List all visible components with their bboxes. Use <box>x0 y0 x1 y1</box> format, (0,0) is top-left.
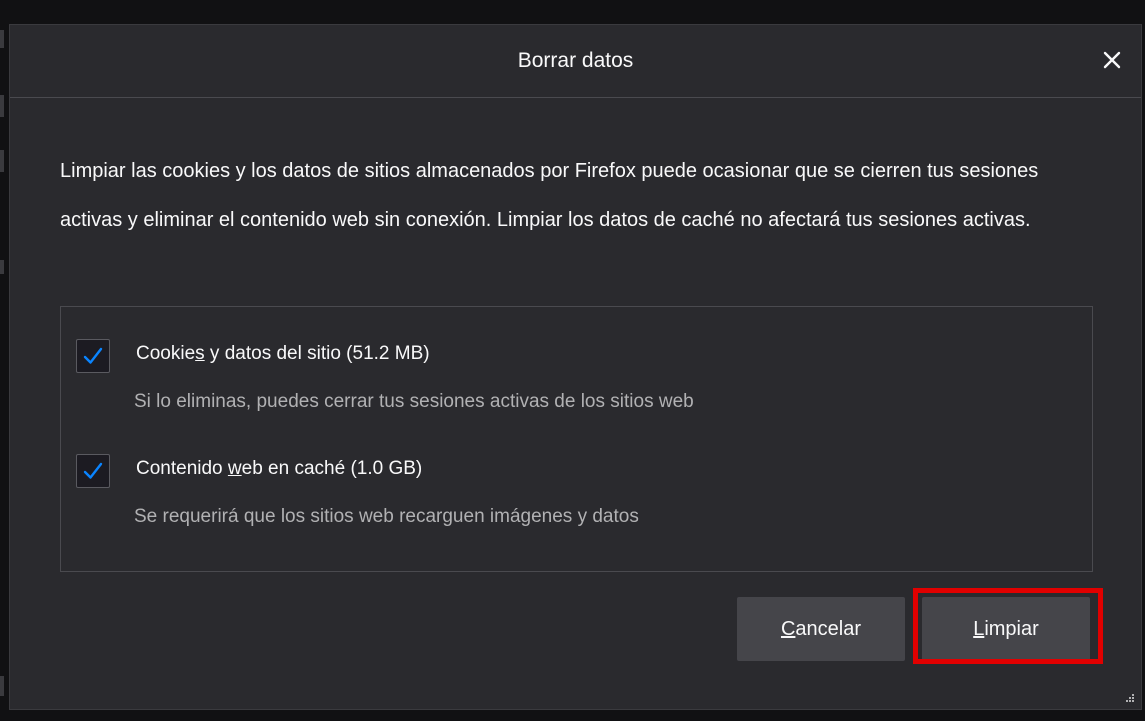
cookies-checkbox[interactable] <box>76 339 110 373</box>
dialog-titlebar: Borrar datos <box>10 25 1141 98</box>
clear-button[interactable]: Limpiar <box>922 597 1090 661</box>
background-edge-mark <box>0 95 4 117</box>
cancel-button[interactable]: Cancelar <box>737 597 905 661</box>
dialog-description: Limpiar las cookies y los datos de sitio… <box>60 160 1039 231</box>
dialog-title: Borrar datos <box>517 49 634 72</box>
clear-data-dialog: Borrar datos Limpiar las cookies y los d… <box>9 24 1142 710</box>
checkmark-icon <box>83 347 103 364</box>
access-key: w <box>227 458 242 479</box>
access-key: C <box>780 617 796 640</box>
cache-sublabel: Se requerirá que los sitios web recargue… <box>134 506 639 527</box>
close-button[interactable] <box>1097 45 1127 75</box>
access-key: L <box>973 617 985 640</box>
access-key: s <box>195 343 205 364</box>
cookies-sublabel: Si lo eliminas, puedes cerrar tus sesion… <box>134 391 694 412</box>
background-edge-mark <box>0 30 4 48</box>
close-icon <box>1103 51 1121 69</box>
cache-checkbox[interactable] <box>76 454 110 488</box>
background-edge-mark <box>0 260 4 274</box>
cache-label[interactable]: Contenido web en caché (1.0 GB) <box>136 458 422 480</box>
checkmark-icon <box>83 462 103 479</box>
options-group: Cookies y datos del sitio (51.2 MB) Si l… <box>60 306 1093 572</box>
background-edge-mark <box>0 150 4 172</box>
cookies-label[interactable]: Cookies y datos del sitio (51.2 MB) <box>136 343 430 365</box>
resize-grip-icon[interactable] <box>1125 693 1135 703</box>
background-edge-mark <box>0 676 4 696</box>
